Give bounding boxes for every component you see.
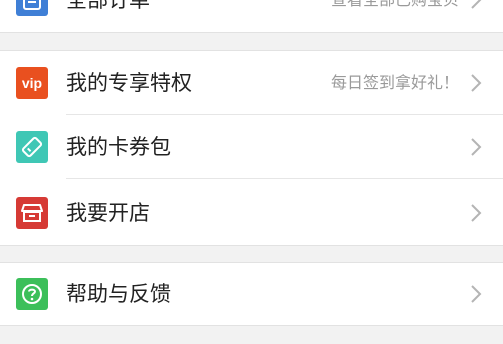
all-orders-row[interactable]: 全部订单 查看全部已购宝贝 — [0, 0, 503, 32]
vip-icon: vip — [16, 67, 48, 99]
menu-section: vip 我的专享特权 每日签到拿好礼！ 我的卡券包 我要开店 — [0, 50, 503, 246]
chevron-right-icon — [463, 71, 487, 95]
chevron-right-icon — [463, 282, 487, 306]
menu-item-help[interactable]: 帮助与反馈 — [0, 263, 503, 325]
menu-item-vip-label: 我的专享特权 — [66, 71, 192, 95]
all-orders-hint: 查看全部已购宝贝 — [331, 0, 459, 10]
menu-item-coupons-label: 我的卡券包 — [66, 135, 171, 159]
orders-section: 全部订单 查看全部已购宝贝 — [0, 0, 503, 33]
vip-icon-text: vip — [21, 75, 43, 91]
orders-icon — [16, 0, 48, 16]
shop-icon — [16, 197, 48, 229]
help-section: 帮助与反馈 — [0, 262, 503, 326]
chevron-right-icon — [463, 0, 487, 12]
menu-item-help-label: 帮助与反馈 — [66, 282, 171, 306]
menu-item-open-shop-label: 我要开店 — [66, 201, 150, 225]
menu-item-vip-hint: 每日签到拿好礼！ — [330, 73, 459, 92]
chevron-right-icon — [463, 135, 487, 159]
chevron-right-icon — [463, 201, 487, 225]
menu-item-coupons[interactable]: 我的卡券包 — [0, 115, 503, 179]
menu-item-vip[interactable]: vip 我的专享特权 每日签到拿好礼！ — [0, 51, 503, 115]
help-icon — [16, 278, 48, 310]
ticket-icon — [16, 131, 48, 163]
all-orders-label: 全部订单 — [66, 0, 150, 12]
menu-item-open-shop[interactable]: 我要开店 — [0, 179, 503, 243]
